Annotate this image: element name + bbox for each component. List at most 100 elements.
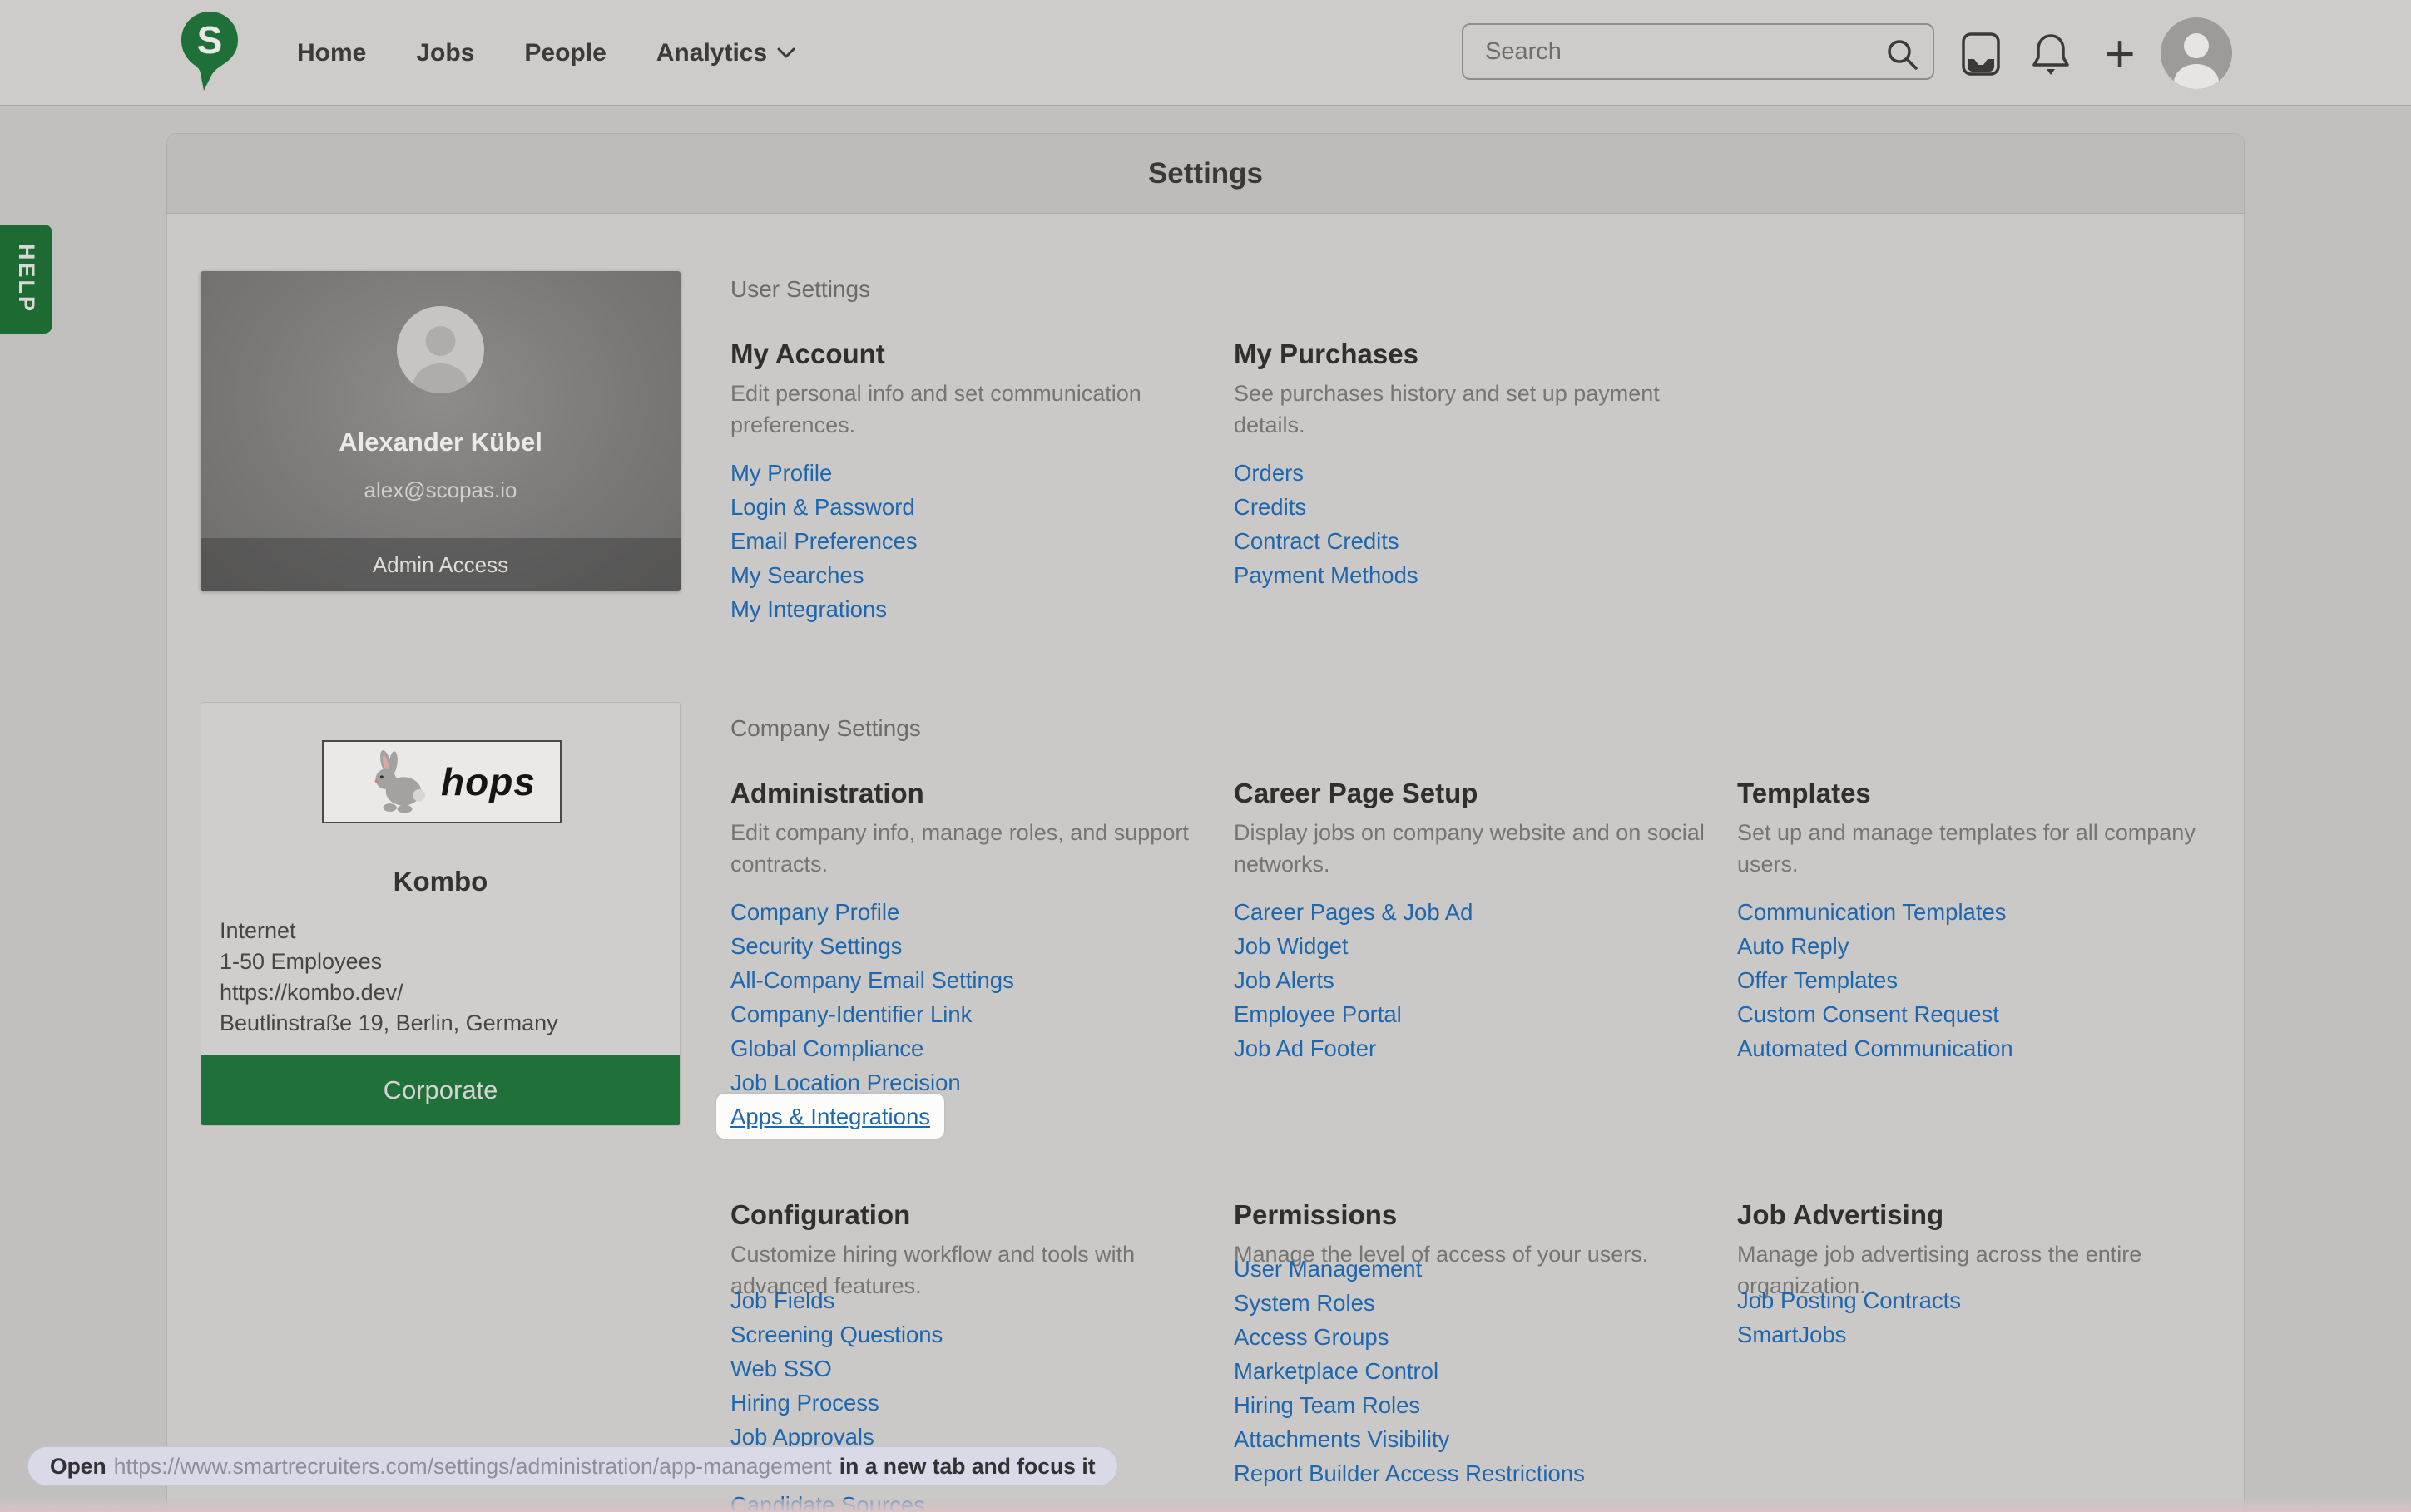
link-job-widget[interactable]: Job Widget [1234, 929, 1349, 963]
section-my-purchases: My Purchases See purchases history and s… [1234, 338, 1737, 592]
link-apps-integrations[interactable]: Apps & Integrations [730, 1099, 930, 1134]
nav-item-label: Analytics [656, 39, 767, 67]
link-access-groups[interactable]: Access Groups [1234, 1320, 1389, 1354]
link-smartjobs[interactable]: SmartJobs [1737, 1317, 1846, 1351]
link-hiring-team-roles[interactable]: Hiring Team Roles [1234, 1388, 1420, 1422]
link-payment-methods[interactable]: Payment Methods [1234, 558, 1418, 592]
link-automated-communication[interactable]: Automated Communication [1737, 1031, 2013, 1065]
settings-content: User Settings My Account Edit personal i… [730, 214, 2245, 1512]
link-contract-credits[interactable]: Contract Credits [1234, 524, 1399, 558]
link-attachments-visibility[interactable]: Attachments Visibility [1234, 1422, 1449, 1456]
section-title: Configuration [730, 1198, 1234, 1232]
section-job-advertising: Job Advertising Manage job advertising a… [1737, 1198, 2240, 1351]
rabbit-icon [348, 748, 429, 816]
help-tab[interactable]: HELP [0, 225, 52, 334]
section-title: My Account [730, 338, 1234, 371]
section-templates: Templates Set up and manage templates fo… [1737, 777, 2240, 1065]
corporate-button[interactable]: Corporate [201, 1055, 680, 1125]
section-desc: Set up and manage templates for all comp… [1737, 817, 2211, 880]
settings-header: Settings [167, 134, 2244, 214]
nav-item-analytics[interactable]: Analytics [656, 39, 795, 67]
section-desc: Edit company info, manage roles, and sup… [730, 817, 1205, 880]
link-marketplace-control[interactable]: Marketplace Control [1234, 1354, 1438, 1388]
company-logo: hops [322, 740, 562, 823]
settings-panel: Settings Alexander Kübel alex@scopas.io … [166, 133, 2245, 1512]
link-preview-statusbar: Open https://www.smartrecruiters.com/set… [27, 1446, 1118, 1486]
svg-text:S: S [197, 18, 223, 62]
company-address: Beutlinstraße 19, Berlin, Germany [220, 1008, 558, 1039]
link-offer-templates[interactable]: Offer Templates [1737, 963, 1898, 997]
link-system-roles[interactable]: System Roles [1234, 1286, 1375, 1320]
user-email: alex@scopas.io [201, 477, 681, 503]
search-icon[interactable] [1883, 35, 1921, 73]
link-orders[interactable]: Orders [1234, 456, 1304, 490]
section-title: Career Page Setup [1234, 777, 1737, 810]
link-report-builder-access-restrictions[interactable]: Report Builder Access Restrictions [1234, 1456, 1585, 1490]
section-title: Administration [730, 777, 1234, 810]
link-web-sso[interactable]: Web SSO [730, 1351, 832, 1386]
company-settings-row-1: Administration Edit company info, manage… [730, 777, 2245, 1134]
section-title: Job Advertising [1737, 1198, 2240, 1232]
link-screening-questions[interactable]: Screening Questions [730, 1317, 943, 1351]
section-links: User Management System Roles Access Grou… [1234, 1252, 1737, 1490]
search-input[interactable] [1463, 25, 1933, 78]
help-tab-label: HELP [13, 244, 39, 314]
section-career-page-setup: Career Page Setup Display jobs on compan… [1234, 777, 1737, 1065]
link-employee-portal[interactable]: Employee Portal [1234, 997, 1402, 1031]
company-settings-label: Company Settings [730, 714, 2245, 743]
inbox-tray-icon[interactable] [1960, 32, 2002, 77]
link-job-ad-footer[interactable]: Job Ad Footer [1234, 1031, 1376, 1065]
link-user-management[interactable]: User Management [1234, 1252, 1422, 1286]
section-links: Communication Templates Auto Reply Offer… [1737, 895, 2240, 1065]
admin-access-badge: Admin Access [201, 538, 681, 591]
add-new-icon[interactable]: + [2093, 18, 2146, 88]
section-permissions: Permissions Manage the level of access o… [1234, 1198, 1737, 1490]
statusbar-suffix: in a new tab and focus it [839, 1454, 1096, 1480]
link-auto-reply[interactable]: Auto Reply [1737, 929, 1849, 963]
link-credits[interactable]: Credits [1234, 490, 1306, 524]
nav-item-home[interactable]: Home [297, 39, 366, 67]
hops-logo-text: hops [441, 759, 536, 804]
chevron-down-icon [777, 47, 795, 59]
link-security-settings[interactable]: Security Settings [730, 929, 902, 963]
link-career-pages-job-ad[interactable]: Career Pages & Job Ad [1234, 895, 1473, 929]
link-global-compliance[interactable]: Global Compliance [730, 1031, 923, 1065]
nav-links: Home Jobs People Analytics [297, 0, 795, 106]
user-settings-label: User Settings [730, 275, 2245, 304]
section-title: Templates [1737, 777, 2240, 810]
section-title: My Purchases [1234, 338, 1737, 371]
section-links: Company Profile Security Settings All-Co… [730, 895, 1234, 1134]
company-size: 1-50 Employees [220, 946, 558, 977]
link-email-preferences[interactable]: Email Preferences [730, 524, 918, 558]
link-my-integrations[interactable]: My Integrations [730, 592, 887, 626]
section-links: Job Posting Contracts SmartJobs [1737, 1283, 2240, 1351]
user-avatar[interactable] [2161, 17, 2232, 89]
link-my-searches[interactable]: My Searches [730, 558, 864, 592]
user-name: Alexander Kübel [201, 427, 681, 457]
section-links: Career Pages & Job Ad Job Widget Job Ale… [1234, 895, 1737, 1065]
link-custom-consent-request[interactable]: Custom Consent Request [1737, 997, 1999, 1031]
user-profile-card[interactable]: Alexander Kübel alex@scopas.io Admin Acc… [201, 271, 681, 591]
link-company-identifier-link[interactable]: Company-Identifier Link [730, 997, 972, 1031]
company-card: hops Kombo Internet 1-50 Employees https… [201, 702, 681, 1126]
section-links: Orders Credits Contract Credits Payment … [1234, 456, 1737, 592]
section-desc: Edit personal info and set communication… [730, 378, 1205, 441]
smartrecruiters-logo[interactable]: S [178, 9, 241, 97]
notifications-bell-icon[interactable] [2030, 32, 2072, 77]
nav-item-jobs[interactable]: Jobs [416, 39, 474, 67]
nav-item-people[interactable]: People [524, 39, 606, 67]
link-job-alerts[interactable]: Job Alerts [1234, 963, 1334, 997]
nav-item-label: Jobs [416, 39, 474, 67]
link-my-profile[interactable]: My Profile [730, 456, 832, 490]
link-job-fields[interactable]: Job Fields [730, 1283, 834, 1317]
bottom-edge-gradient [0, 1499, 2411, 1512]
link-hiring-process[interactable]: Hiring Process [730, 1386, 879, 1420]
link-job-posting-contracts[interactable]: Job Posting Contracts [1737, 1283, 1961, 1317]
link-communication-templates[interactable]: Communication Templates [1737, 895, 2007, 929]
link-all-company-email-settings[interactable]: All-Company Email Settings [730, 963, 1014, 997]
company-name: Kombo [201, 866, 680, 897]
section-title: Permissions [1234, 1198, 1737, 1232]
link-company-profile[interactable]: Company Profile [730, 895, 899, 929]
nav-item-label: Home [297, 39, 366, 67]
link-login-password[interactable]: Login & Password [730, 490, 915, 524]
